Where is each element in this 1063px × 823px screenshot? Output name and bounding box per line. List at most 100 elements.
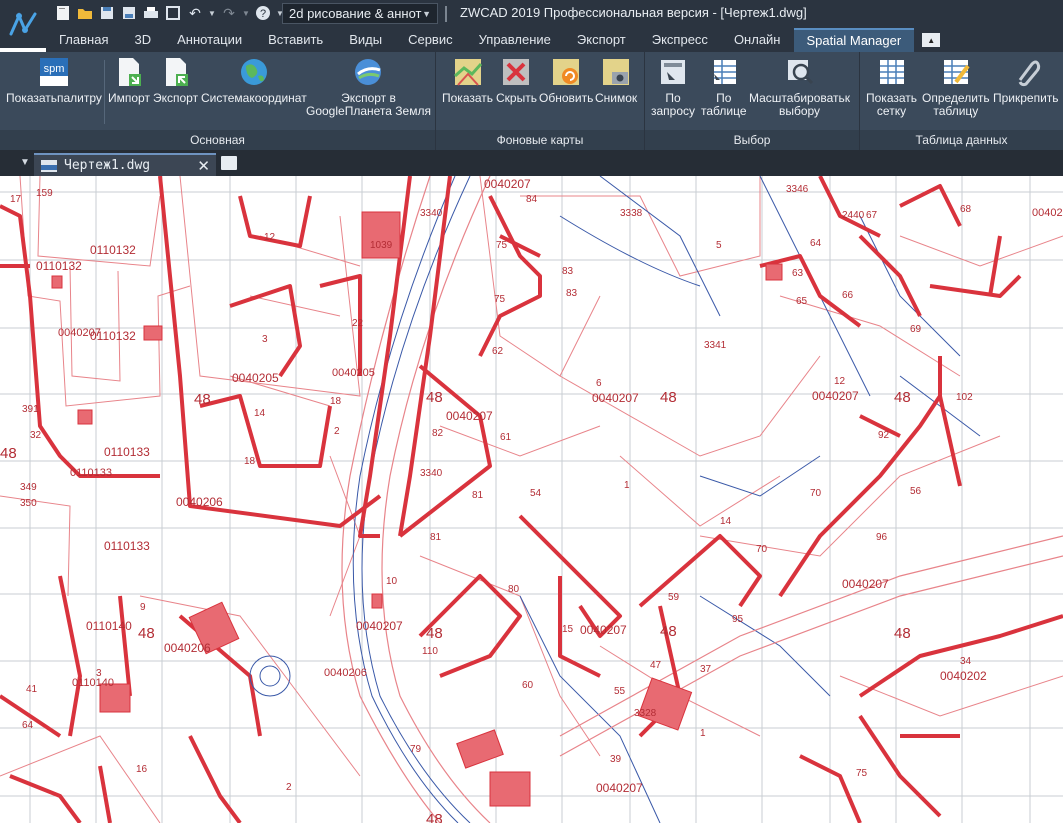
parcel-number: 64: [22, 720, 34, 731]
zoom-to-selection-label-2: выбору: [778, 104, 821, 118]
save-icon[interactable]: [98, 4, 116, 22]
refresh-background-button[interactable]: Обновить: [539, 56, 593, 105]
refresh-background-label: Обновить: [539, 91, 594, 105]
tab-3d[interactable]: 3D: [121, 28, 164, 52]
parcel-number: 64: [810, 238, 822, 249]
parcel-number: 3: [262, 334, 268, 345]
attach-button[interactable]: Прикрепить: [993, 56, 1059, 105]
workspace-select[interactable]: 2d рисование & аннот ▼: [282, 3, 438, 24]
undo-icon[interactable]: ↶: [186, 4, 204, 22]
parcel-number: 55: [614, 686, 626, 697]
show-grid-button[interactable]: Показать сетку: [866, 56, 917, 118]
save-as-icon[interactable]: [120, 4, 138, 22]
title-bar: ↶ ▼ ↷ ▼ ? ▼ 2d рисование & аннот ▼ ZWCAD…: [0, 0, 1063, 48]
ribbon-collapse-icon[interactable]: ▲: [922, 33, 941, 47]
select-by-table-button[interactable]: По таблице: [701, 56, 747, 118]
select-by-query-button[interactable]: По запросу: [651, 56, 695, 118]
document-menu-icon[interactable]: ▼: [20, 157, 30, 168]
tab-export[interactable]: Экспорт: [564, 28, 639, 52]
parcel-number: 350: [20, 498, 37, 509]
snapshot-button[interactable]: Снимок: [595, 56, 637, 105]
zoom-extents-icon[interactable]: [164, 4, 182, 22]
parcel-number: 349: [20, 482, 37, 493]
redo-icon[interactable]: ↷: [220, 4, 238, 22]
coordinate-system-button[interactable]: Системакоординат: [201, 56, 307, 105]
show-palette-button[interactable]: spm Показатьпалитру: [6, 56, 102, 105]
parcel-number: 60: [522, 680, 534, 691]
quarter-label: 48: [660, 389, 677, 406]
parcel-number: 59: [668, 592, 680, 603]
chevron-down-icon: ▼: [422, 8, 431, 19]
parcel-number: 3346: [786, 184, 809, 195]
define-table-icon: [943, 60, 970, 84]
building-outlines: [0, 176, 1063, 823]
document-tab[interactable]: Чертеж1.dwg ✕: [34, 153, 216, 176]
tab-views[interactable]: Виды: [336, 28, 395, 52]
group-main-label: Основная: [0, 130, 435, 150]
new-tab-icon[interactable]: [221, 156, 237, 170]
parcel-number: 37: [700, 664, 712, 675]
select-by-table-label-2: таблице: [701, 104, 747, 118]
parcel-number: 15: [562, 624, 574, 635]
group-selection: По запросу По таблице Масштабироватьк вы…: [645, 52, 860, 150]
parcel-number: 1: [700, 728, 706, 739]
parcel-number: 22: [352, 318, 364, 329]
redo-dropdown-icon[interactable]: ▼: [242, 4, 250, 22]
table-select-icon: [713, 60, 736, 84]
block-label: 0040205: [332, 367, 375, 379]
zoom-to-selection-button[interactable]: Масштабироватьк выбору: [749, 56, 850, 118]
parcel-number: 2: [286, 782, 292, 793]
close-icon[interactable]: ✕: [197, 157, 210, 175]
dwg-file-icon: [41, 159, 57, 172]
group-data-table-label: Таблица данных: [860, 130, 1063, 150]
parcel-number: 66: [842, 290, 854, 301]
tab-online[interactable]: Онлайн: [721, 28, 794, 52]
parcel-number: 12: [264, 232, 276, 243]
define-table-button[interactable]: Определить таблицу: [922, 56, 990, 118]
parcel-number: 1039: [370, 240, 393, 251]
tab-spatial-manager[interactable]: Spatial Manager: [793, 28, 915, 52]
new-file-icon[interactable]: [54, 4, 72, 22]
block-label: 0110140: [86, 619, 132, 633]
import-button[interactable]: Импорт: [108, 56, 150, 105]
export-label: Экспорт: [153, 91, 199, 105]
parcel-number: 65: [796, 296, 808, 307]
tab-annotations[interactable]: Аннотации: [164, 28, 255, 52]
tab-express[interactable]: Экспресс: [639, 28, 721, 52]
parcel-number: 96: [876, 532, 888, 543]
camera-icon: [603, 59, 630, 85]
tab-home[interactable]: Главная: [46, 28, 121, 52]
hide-background-button[interactable]: Скрыть: [496, 56, 537, 105]
parcel-number: 6: [596, 378, 602, 389]
parcel-number: 41: [26, 684, 38, 695]
quarter-label: 48: [426, 811, 443, 823]
parcel-number: 3341: [704, 340, 727, 351]
group-background-label: Фоновые карты: [436, 130, 644, 150]
select-by-query-label-2: запросу: [651, 104, 696, 118]
parcel-number: 84: [526, 194, 538, 205]
parcel-number: 70: [810, 488, 822, 499]
parcel-number: 1: [624, 480, 630, 491]
tab-manage[interactable]: Управление: [466, 28, 564, 52]
parcel-number: 81: [472, 490, 484, 501]
show-background-label: Показать: [442, 91, 494, 105]
print-icon[interactable]: [142, 4, 160, 22]
help-icon[interactable]: ?: [254, 4, 272, 22]
drawing-canvas[interactable]: 0040207 0110132 0110132 0110132 0040205 …: [0, 176, 1063, 823]
undo-dropdown-icon[interactable]: ▼: [208, 4, 216, 22]
map-grid: [0, 176, 1063, 823]
parcel-number: 75: [856, 768, 868, 779]
grid-icon: [879, 60, 904, 84]
attach-label: Прикрепить: [993, 91, 1059, 105]
parcel-number: 82: [432, 428, 444, 439]
parcel-number: 54: [530, 488, 542, 499]
app-logo-icon[interactable]: [0, 0, 46, 48]
export-button[interactable]: Экспорт: [153, 56, 198, 105]
tab-service[interactable]: Сервис: [395, 28, 466, 52]
tab-insert[interactable]: Вставить: [255, 28, 336, 52]
open-folder-icon[interactable]: [76, 4, 94, 22]
export-google-earth-button[interactable]: Экспорт в GoogleПланета Земля: [306, 56, 431, 118]
show-background-button[interactable]: Показать: [442, 56, 493, 105]
parcel-outlines: [0, 176, 1063, 823]
parcel-number: 3328: [634, 708, 657, 719]
